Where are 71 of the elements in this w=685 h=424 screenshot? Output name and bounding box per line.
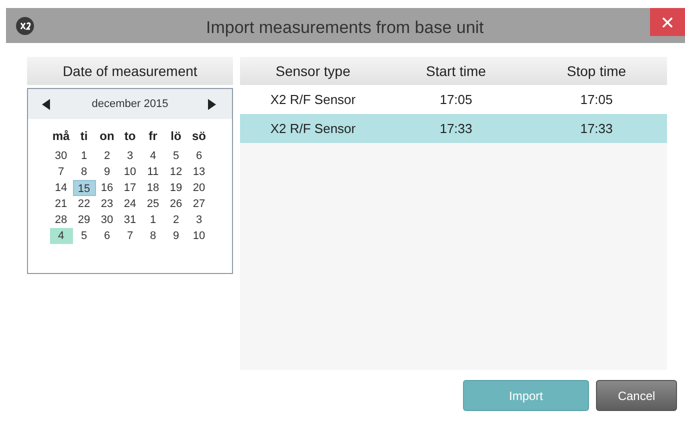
column-header: Sensor type (274, 62, 352, 81)
calendar-day[interactable]: 4 (142, 148, 164, 164)
calendar-day[interactable]: 1 (142, 212, 164, 228)
calendar-day[interactable]: 21 (50, 196, 72, 212)
calendar-day[interactable]: 26 (164, 196, 188, 212)
weekday-label: ti (79, 128, 89, 145)
weekday-label: sö (190, 128, 207, 145)
calendar-day[interactable]: 11 (142, 164, 164, 180)
weekday-label: fr (148, 128, 158, 145)
table-row[interactable]: X2 R/F Sensor 17:05 17:05 (240, 85, 667, 114)
left-arrow-icon (42, 98, 50, 110)
calendar-day[interactable]: 13 (188, 164, 210, 180)
calendar-day[interactable]: 24 (118, 196, 142, 212)
calendar-day[interactable]: 1 (72, 148, 96, 164)
weekday-label: on (98, 128, 116, 145)
calendar-day[interactable]: 20 (188, 180, 210, 196)
calendar-day[interactable]: 25 (142, 196, 164, 212)
right-arrow-icon (208, 98, 216, 110)
calendar-day[interactable]: 4 (50, 228, 72, 244)
calendar-day[interactable]: 8 (142, 228, 164, 244)
close-button[interactable] (650, 8, 685, 36)
calendar-day[interactable]: 5 (164, 148, 188, 164)
calendar-day[interactable]: 5 (72, 228, 96, 244)
calendar-day[interactable]: 3 (118, 148, 142, 164)
calendar-day[interactable]: 16 (96, 180, 118, 196)
calendar-day[interactable]: 17 (118, 180, 142, 196)
calendar-day[interactable]: 15 (72, 180, 96, 196)
dialog-button[interactable]: Cancel (596, 380, 677, 411)
table-cell-text: X2 R/F Sensor (269, 90, 357, 109)
calendar-day[interactable]: 14 (50, 180, 72, 196)
calendar-day[interactable]: 23 (96, 196, 118, 212)
calendar-day[interactable]: 19 (164, 180, 188, 196)
table-cell-text: 17:33 (438, 120, 474, 138)
calendar-day[interactable]: 6 (96, 228, 118, 244)
previous-month-button[interactable] (42, 98, 52, 110)
calendar-day[interactable]: 7 (50, 164, 72, 180)
calendar-day[interactable]: 3 (188, 212, 210, 228)
calendar-day[interactable]: 10 (188, 228, 210, 244)
panel-header: Date of measurement (27, 57, 233, 85)
calendar-day[interactable]: 31 (118, 212, 142, 228)
table-cell-text: 17:05 (579, 90, 614, 109)
calendar-day[interactable]: 2 (164, 212, 188, 228)
weekday-label: to (123, 128, 137, 145)
calendar-day[interactable]: 10 (118, 164, 142, 180)
calendar-day[interactable]: 6 (188, 148, 210, 164)
calendar-day[interactable]: 7 (118, 228, 142, 244)
table-row[interactable]: X2 R/F Sensor 17:33 17:33 (240, 114, 667, 143)
close-icon (662, 16, 673, 28)
calendar-day[interactable]: 28 (50, 212, 72, 228)
calendar-day[interactable]: 9 (164, 228, 188, 244)
table-cell-text: 17:33 (579, 120, 614, 138)
window-title: Import measurements from base unit (206, 17, 484, 39)
calendar-day[interactable]: 12 (164, 164, 188, 180)
calendar-day[interactable]: 30 (50, 148, 72, 164)
column-header: Stop time (566, 62, 628, 81)
calendar-day[interactable]: 9 (96, 164, 118, 180)
calendar-day[interactable]: 22 (72, 196, 96, 212)
table-cell-text: 17:05 (438, 90, 474, 109)
month-label: december 2015 (92, 96, 168, 112)
calendar-day[interactable]: 27 (188, 196, 210, 212)
app-logo-icon (16, 16, 34, 34)
table-cell-text: X2 R/F Sensor (269, 120, 357, 138)
calendar-day[interactable]: 29 (72, 212, 96, 228)
calendar-day[interactable]: 30 (96, 212, 118, 228)
weekday-label: må (51, 128, 71, 145)
column-header: Start time (425, 62, 487, 80)
next-month-button[interactable] (208, 98, 218, 110)
weekday-label: lö (170, 128, 182, 145)
calendar-day[interactable]: 8 (72, 164, 96, 180)
calendar-day[interactable]: 2 (96, 148, 118, 164)
calendar-day[interactable]: 18 (142, 180, 164, 196)
